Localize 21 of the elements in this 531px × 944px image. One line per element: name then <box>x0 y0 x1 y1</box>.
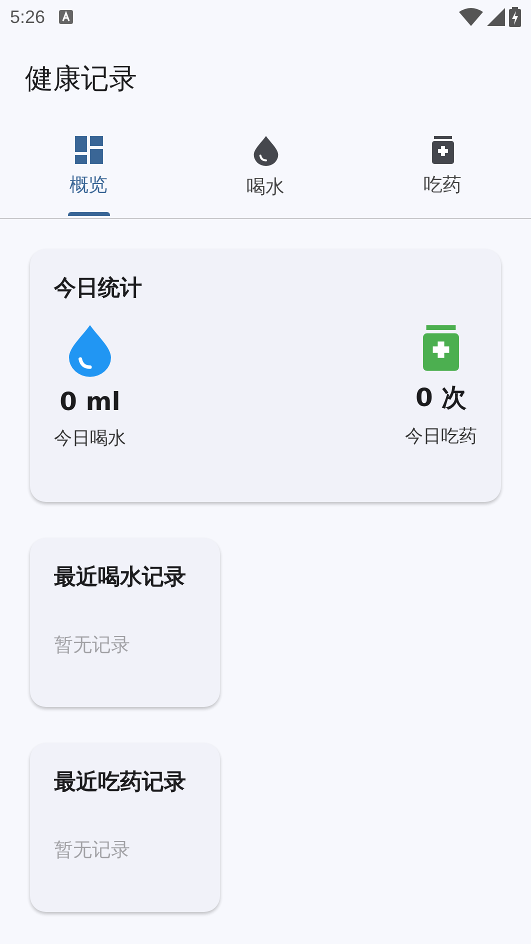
tab[interactable]: 吃药 <box>354 124 531 218</box>
card-title: 最近喝水记录 <box>54 564 186 592</box>
status-time: 5:26 <box>10 6 46 28</box>
stat-label: 今日吃药 <box>405 425 477 448</box>
battery-icon <box>509 7 521 27</box>
jar-icon <box>432 136 454 164</box>
card-title: 最近吃药记录 <box>54 769 186 797</box>
stat-value: 0 次 <box>415 382 467 414</box>
wifi-icon <box>459 8 483 26</box>
stat-label: 今日喝水 <box>54 427 126 450</box>
drop-icon <box>252 136 278 166</box>
keyboard-icon <box>59 10 74 24</box>
tab[interactable]: 概览 <box>0 124 177 218</box>
card-title: 今日统计 <box>54 275 142 303</box>
tab[interactable]: 喝水 <box>177 124 354 218</box>
app-title: 健康记录 <box>25 61 137 97</box>
empty-text: 暂无记录 <box>54 838 130 863</box>
stat-value: 0 ml <box>60 387 120 416</box>
empty-text: 暂无记录 <box>54 633 130 658</box>
signal-icon <box>487 8 505 26</box>
dashboard-icon <box>74 136 102 164</box>
